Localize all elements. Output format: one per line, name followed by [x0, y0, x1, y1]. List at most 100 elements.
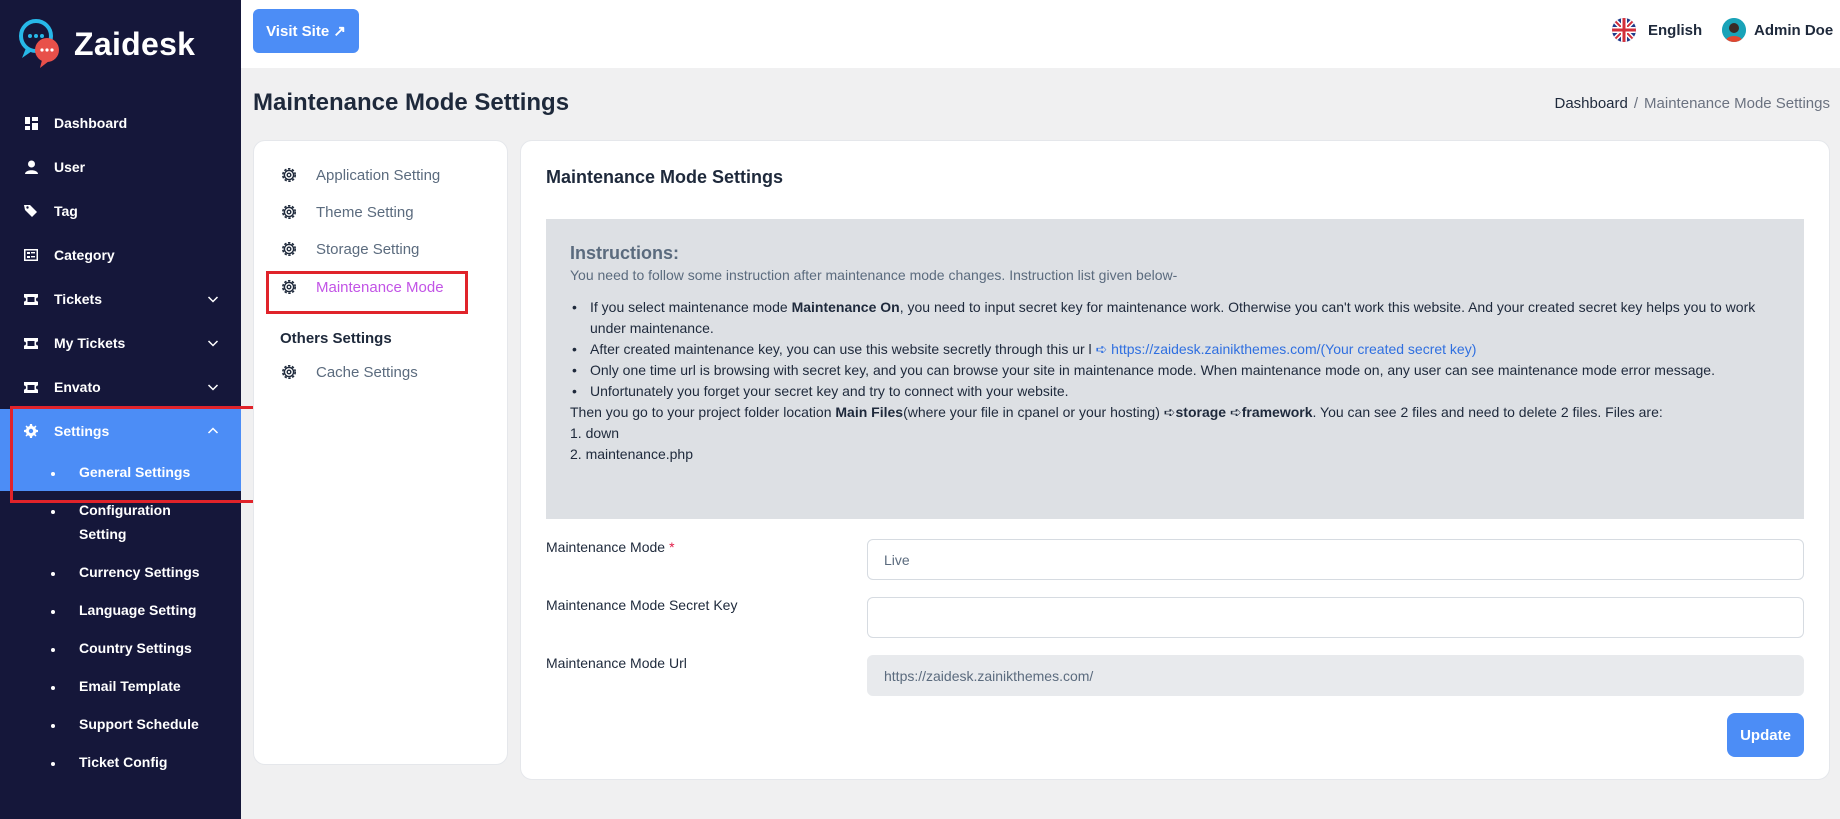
- sidebar-subitem-language-setting[interactable]: Language Setting: [0, 591, 241, 629]
- sidebar-subitem-currency-settings[interactable]: Currency Settings: [0, 553, 241, 591]
- instruction-text: ➪: [1226, 404, 1242, 420]
- gear-icon: [282, 365, 296, 379]
- sidebar-item-label: Tickets: [54, 291, 102, 307]
- list-item: If you select maintenance mode Maintenan…: [570, 297, 1780, 339]
- sidebar-item-my-tickets[interactable]: My Tickets: [0, 321, 241, 365]
- instruction-text: If you select maintenance mode: [590, 299, 792, 315]
- instructions-subheading: You need to follow some instruction afte…: [570, 267, 1178, 283]
- bullet-icon: [51, 648, 55, 652]
- breadcrumb: Dashboard / Maintenance Mode Settings: [1554, 95, 1830, 112]
- brand-name: Zaidesk: [74, 25, 196, 62]
- maintenance-mode-select[interactable]: Live: [867, 539, 1804, 580]
- sidebar-subitem-label: Email Template: [79, 678, 181, 694]
- chevron-down-icon: [207, 296, 219, 303]
- gear-icon: [282, 205, 296, 219]
- instruction-text: After created maintenance key, you can u…: [590, 341, 1096, 357]
- sidebar-item-label: Settings: [54, 423, 110, 439]
- sidebar-item-label: Category: [54, 247, 115, 263]
- instruction-bold: framework: [1241, 404, 1313, 420]
- settings-menu-theme[interactable]: Theme Setting: [280, 203, 414, 221]
- instructions-paragraph: Then you go to your project folder locat…: [570, 402, 1780, 423]
- sidebar-subitem-label: Support Schedule: [79, 716, 199, 732]
- sidebar-nav: Dashboard User Tag Category Tickets My T…: [0, 101, 241, 781]
- file-item: 1. down: [570, 425, 620, 441]
- instruction-text: Unfortunately you forget your secret key…: [590, 383, 1069, 399]
- instructions-list: If you select maintenance mode Maintenan…: [570, 297, 1780, 402]
- settings-menu-cache[interactable]: Cache Settings: [280, 363, 418, 381]
- tag-icon: [24, 204, 38, 218]
- chevron-down-icon: [207, 340, 219, 347]
- sidebar-subitem-email-template[interactable]: Email Template: [0, 667, 241, 705]
- list-item: Only one time url is browsing with secre…: [570, 360, 1780, 381]
- avatar: [1722, 18, 1746, 42]
- sidebar-item-user[interactable]: User: [0, 145, 241, 189]
- bullet-icon: [51, 472, 55, 476]
- sidebar-item-tickets[interactable]: Tickets: [0, 277, 241, 321]
- gear-icon: [282, 242, 296, 256]
- language-selector[interactable]: English: [1612, 18, 1702, 42]
- logo-icon: [18, 18, 62, 70]
- settings-menu-label: Storage Setting: [316, 240, 420, 258]
- sidebar-subitem-label: Currency Settings: [79, 564, 200, 580]
- sidebar-subitem-configuration-setting[interactable]: Configuration Setting: [0, 491, 241, 553]
- uk-flag-icon: [1612, 18, 1636, 42]
- logo[interactable]: Zaidesk: [18, 18, 195, 70]
- settings-menu-label: Cache Settings: [316, 363, 418, 381]
- user-menu[interactable]: Admin Doe: [1722, 18, 1833, 42]
- settings-menu-storage[interactable]: Storage Setting: [280, 240, 419, 258]
- maintenance-url-label: Maintenance Mode Url: [546, 655, 687, 671]
- sidebar-subitem-support-schedule[interactable]: Support Schedule: [0, 705, 241, 743]
- sidebar-item-label: Envato: [54, 379, 101, 395]
- secret-url-link[interactable]: ➪ https://zaidesk.zainikthemes.com/(Your…: [1096, 341, 1477, 357]
- secret-key-label: Maintenance Mode Secret Key: [546, 597, 738, 613]
- user-name: Admin Doe: [1754, 21, 1834, 39]
- sidebar-subitem-ticket-config[interactable]: Ticket Config: [0, 743, 241, 781]
- instruction-text: (where your file in cpanel or your hosti…: [903, 404, 1176, 420]
- sidebar-subitem-country-settings[interactable]: Country Settings: [0, 629, 241, 667]
- chevron-up-icon: [207, 427, 219, 434]
- instruction-text: . You can see 2 files and need to delete…: [1312, 404, 1663, 420]
- list-item: Unfortunately you forget your secret key…: [570, 381, 1780, 402]
- bullet-icon: [51, 686, 55, 690]
- list-item: After created maintenance key, you can u…: [570, 339, 1780, 360]
- settings-menu-maintenance[interactable]: Maintenance Mode: [280, 278, 444, 296]
- sidebar-item-label: User: [54, 159, 86, 175]
- update-button[interactable]: Update: [1727, 713, 1804, 757]
- sidebar-item-envato[interactable]: Envato: [0, 365, 241, 409]
- ticket-icon: [24, 292, 38, 306]
- required-marker: *: [669, 539, 675, 555]
- settings-menu-application[interactable]: Application Setting: [280, 166, 440, 184]
- envato-icon: [24, 380, 38, 394]
- instructions-heading: Instructions:: [570, 243, 680, 263]
- visit-site-button[interactable]: Visit Site ↗: [253, 9, 359, 53]
- gear-icon: [282, 280, 296, 294]
- sidebar-item-tag[interactable]: Tag: [0, 189, 241, 233]
- dashboard-icon: [24, 116, 38, 130]
- sidebar-item-label: My Tickets: [54, 335, 126, 351]
- maintenance-mode-label: Maintenance Mode *: [546, 539, 675, 555]
- bullet-icon: [51, 510, 55, 514]
- sidebar-subitem-label: Country Settings: [79, 640, 192, 656]
- sidebar-subitem-label: Ticket Config: [79, 754, 168, 770]
- maintenance-settings-card: Maintenance Mode Settings Instructions: …: [520, 140, 1830, 780]
- sidebar-item-category[interactable]: Category: [0, 233, 241, 277]
- sidebar-item-dashboard[interactable]: Dashboard: [0, 101, 241, 145]
- label-text: Maintenance Mode: [546, 539, 666, 555]
- gear-icon: [282, 168, 296, 182]
- gear-icon: [24, 424, 38, 438]
- others-settings-heading: Others Settings: [280, 330, 392, 347]
- sidebar-item-settings[interactable]: Settings: [0, 409, 241, 453]
- sidebar-subitem-general-settings[interactable]: General Settings: [0, 453, 241, 491]
- sidebar-subitem-label: Configuration Setting: [79, 502, 171, 542]
- settings-menu-label: Maintenance Mode: [316, 278, 444, 296]
- sidebar-subitem-label: Language Setting: [79, 602, 197, 618]
- instruction-bold: Maintenance On: [791, 299, 900, 315]
- topbar: Visit Site ↗ English Admin Doe: [241, 0, 1840, 68]
- sidebar-item-label: Dashboard: [54, 115, 128, 131]
- page-title: Maintenance Mode Settings: [253, 89, 570, 116]
- settings-menu-label: Application Setting: [316, 166, 441, 184]
- breadcrumb-home-link[interactable]: Dashboard: [1554, 95, 1627, 112]
- secret-key-input[interactable]: [867, 597, 1804, 638]
- instruction-text: Only one time url is browsing with secre…: [590, 362, 1715, 378]
- maintenance-url-field[interactable]: https://zaidesk.zainikthemes.com/: [867, 655, 1804, 696]
